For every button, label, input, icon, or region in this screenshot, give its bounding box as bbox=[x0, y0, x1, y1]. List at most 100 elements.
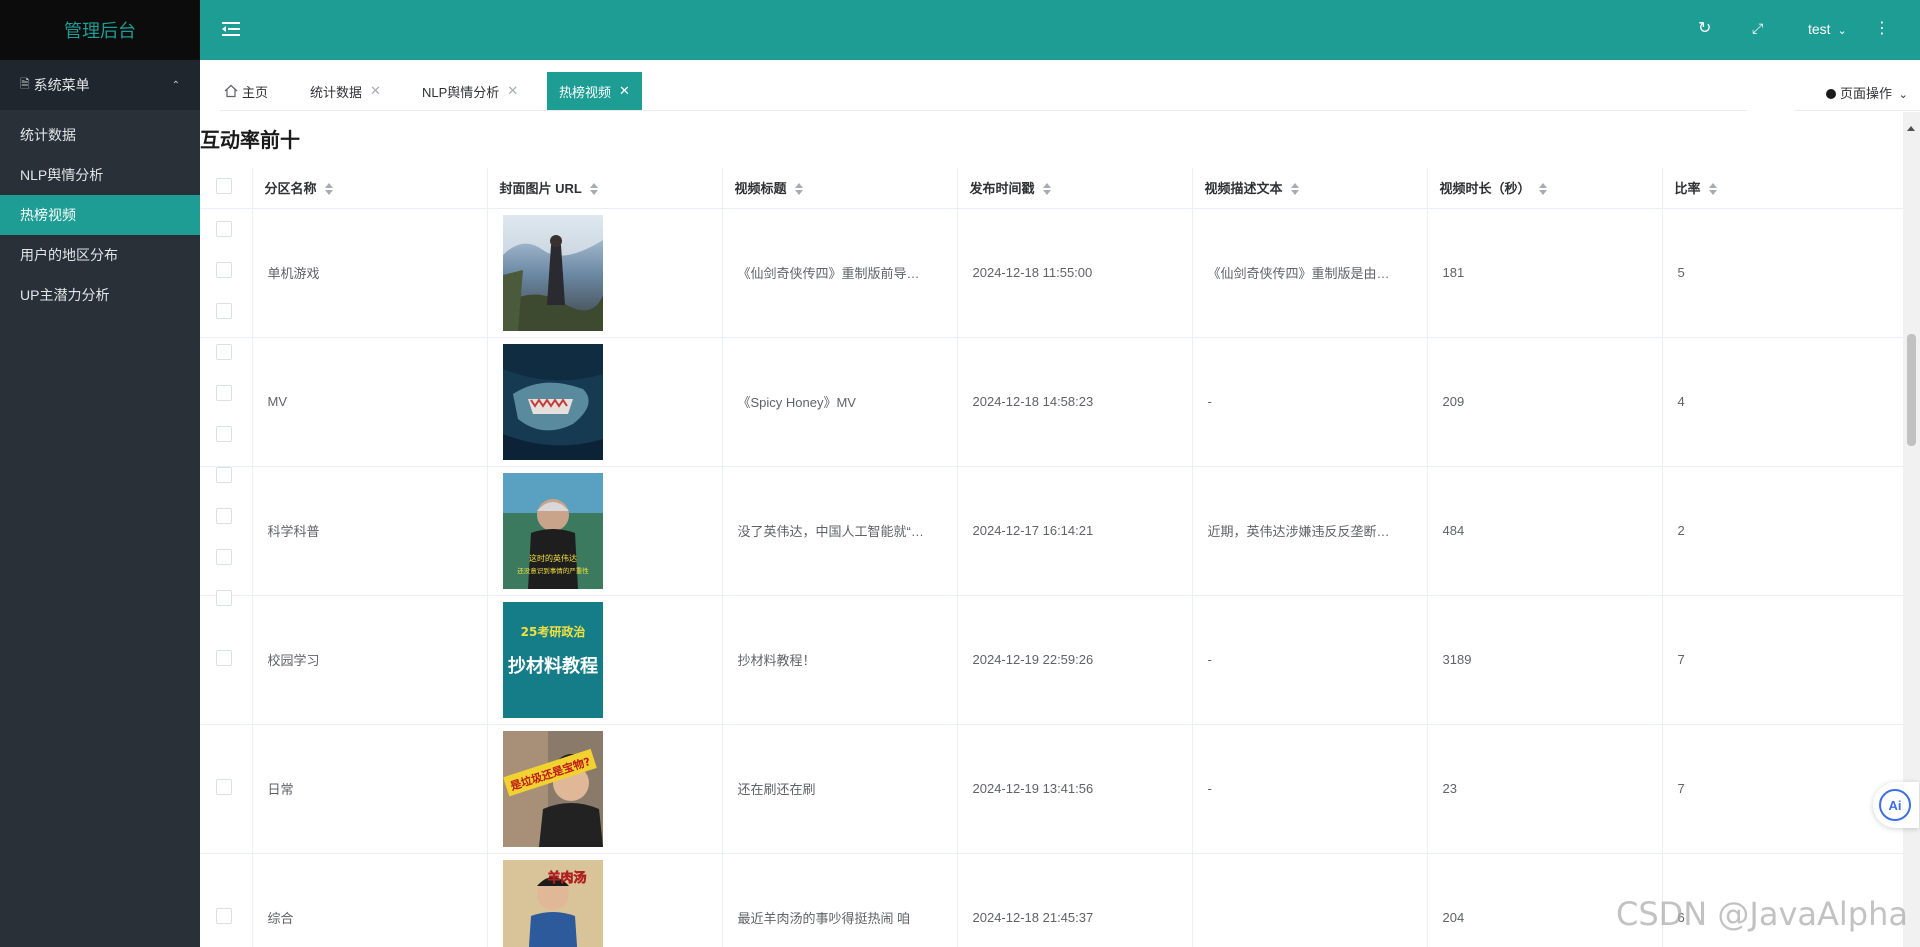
cell-description: 《仙剑奇侠传四》重制版是由… bbox=[1192, 208, 1428, 338]
cell-description: 近期，英伟达涉嫌违反反垄断… bbox=[1192, 466, 1428, 596]
cell-title: 还在刷还在刷 bbox=[722, 724, 958, 854]
cell-title: 没了英伟达，中国人工智能就“… bbox=[722, 466, 958, 596]
row-checkbox[interactable] bbox=[216, 779, 232, 795]
tab-home[interactable]: 主页 bbox=[212, 72, 280, 110]
cell-title: 《仙剑奇侠传四》重制版前导… bbox=[722, 208, 958, 338]
page-operations-dropdown[interactable]: 页面操作 ⌄ bbox=[1826, 83, 1908, 102]
column-header-ratio[interactable]: 比率 bbox=[1662, 168, 1903, 209]
cell-ratio: 2 bbox=[1662, 466, 1903, 596]
sidebar-item-up-potential[interactable]: UP主潜力分析 bbox=[0, 275, 200, 315]
column-label: 视频标题 bbox=[734, 181, 787, 197]
ai-assistant-button[interactable]: Ai bbox=[1873, 782, 1919, 828]
table-row: 校园学习 25考研政治 抄材料教程 抄材料教程！ 2024-12-19 22:5… bbox=[200, 595, 1903, 725]
chevron-down-icon: ⌄ bbox=[1837, 25, 1847, 37]
column-label: 封面图片 URL bbox=[499, 181, 582, 197]
data-table: 分区名称 封面图片 URL 视频标题 发布时间戳 视频描述文本 视频时长（秒） … bbox=[200, 168, 1903, 947]
row-checkbox[interactable] bbox=[216, 262, 232, 278]
divider bbox=[220, 110, 1747, 111]
scroll-up-arrow-icon[interactable] bbox=[1907, 126, 1915, 131]
cover-image[interactable] bbox=[502, 214, 603, 331]
sidebar-item-nlp[interactable]: NLP舆情分析 bbox=[0, 155, 200, 195]
row-checkbox[interactable] bbox=[216, 467, 232, 483]
cell-cover bbox=[487, 337, 723, 467]
row-checkbox[interactable] bbox=[216, 590, 232, 606]
cover-image[interactable]: 羊肉汤 bbox=[502, 859, 603, 947]
tab-nlp[interactable]: NLP舆情分析 ✕ bbox=[410, 72, 530, 110]
sort-icon[interactable] bbox=[794, 183, 803, 196]
select-all-checkbox[interactable] bbox=[216, 178, 232, 195]
circle-icon bbox=[1826, 89, 1836, 99]
cover-text: 这时的英伟达 bbox=[529, 553, 577, 563]
cell-category: 综合 bbox=[252, 853, 488, 947]
table-container: 分区名称 封面图片 URL 视频标题 发布时间戳 视频描述文本 视频时长（秒） … bbox=[200, 168, 1903, 947]
cell-description: - bbox=[1192, 337, 1428, 467]
row-checkbox[interactable] bbox=[216, 385, 232, 401]
column-header-description[interactable]: 视频描述文本 bbox=[1192, 168, 1428, 209]
cell-ratio: 5 bbox=[1662, 208, 1903, 338]
menu-fold-icon[interactable] bbox=[222, 20, 240, 38]
fullscreen-icon[interactable]: ⤢ bbox=[1752, 20, 1763, 37]
row-checkbox[interactable] bbox=[216, 650, 232, 666]
close-icon[interactable]: ✕ bbox=[507, 83, 518, 99]
watermark: CSDN @JavaAlpha bbox=[1616, 895, 1908, 933]
sidebar-item-label: 统计数据 bbox=[20, 127, 76, 143]
cell-description: - bbox=[1192, 595, 1428, 725]
user-menu[interactable]: test ⌄ bbox=[1808, 21, 1847, 37]
cover-image[interactable] bbox=[502, 343, 603, 460]
cell-category: 日常 bbox=[252, 724, 488, 854]
row-select-cell bbox=[200, 853, 253, 947]
tab-label: 热榜视频 bbox=[559, 84, 612, 100]
close-icon[interactable]: ✕ bbox=[619, 83, 630, 99]
sidebar-item-user-region[interactable]: 用户的地区分布 bbox=[0, 235, 200, 275]
cell-category: 科学科普 bbox=[252, 466, 488, 596]
cell-duration: 23 bbox=[1427, 724, 1663, 854]
cell-time: 2024-12-18 21:45:37 bbox=[957, 853, 1193, 947]
column-header-duration[interactable]: 视频时长（秒） bbox=[1427, 168, 1663, 209]
table-header-row: 分区名称 封面图片 URL 视频标题 发布时间戳 视频描述文本 视频时长（秒） … bbox=[200, 168, 1903, 209]
sort-icon[interactable] bbox=[1042, 183, 1051, 196]
cell-cover: 是垃圾还是宝物? bbox=[487, 724, 723, 854]
cell-time: 2024-12-17 16:14:21 bbox=[957, 466, 1193, 596]
table-row: MV 《Spicy Honey》MV 2024-12-18 14:58:23 -… bbox=[200, 337, 1903, 467]
sort-icon[interactable] bbox=[1538, 183, 1547, 196]
cell-time: 2024-12-18 11:55:00 bbox=[957, 208, 1193, 338]
sort-icon[interactable] bbox=[589, 183, 598, 196]
scrollbar-thumb[interactable] bbox=[1907, 334, 1916, 446]
close-icon[interactable]: ✕ bbox=[370, 83, 381, 99]
sort-icon[interactable] bbox=[1708, 183, 1717, 196]
cover-image[interactable]: 25考研政治 抄材料教程 bbox=[502, 601, 603, 718]
sidebar-item-label: 用户的地区分布 bbox=[20, 247, 118, 263]
row-checkbox[interactable] bbox=[216, 221, 232, 237]
cover-image[interactable]: 是垃圾还是宝物? bbox=[502, 730, 603, 847]
sidebar-item-statistics[interactable]: 统计数据 bbox=[0, 115, 200, 155]
sidebar-item-hot-videos[interactable]: 热榜视频 bbox=[0, 195, 200, 235]
row-checkbox[interactable] bbox=[216, 908, 232, 924]
row-checkbox[interactable] bbox=[216, 508, 232, 524]
sidebar-item-label: UP主潜力分析 bbox=[20, 287, 110, 303]
column-header-publish-time[interactable]: 发布时间戳 bbox=[957, 168, 1193, 209]
row-select-cell bbox=[200, 595, 253, 725]
more-vertical-icon[interactable]: ⋮ bbox=[1874, 18, 1890, 38]
sort-icon[interactable] bbox=[324, 183, 333, 196]
tab-statistics[interactable]: 统计数据 ✕ bbox=[298, 72, 393, 110]
refresh-icon[interactable]: ↻ bbox=[1698, 18, 1711, 38]
tab-label: NLP舆情分析 bbox=[422, 84, 500, 100]
column-header-cover-url[interactable]: 封面图片 URL bbox=[487, 168, 723, 209]
column-label: 比率 bbox=[1674, 181, 1701, 197]
section-title: 互动率前十 bbox=[200, 130, 300, 152]
cell-time: 2024-12-18 14:58:23 bbox=[957, 337, 1193, 467]
table-row: 单机游戏 《仙剑奇侠传四》重制版前导… 2024-12-18 11:55:00 … bbox=[200, 208, 1903, 338]
row-checkbox[interactable] bbox=[216, 426, 232, 442]
row-checkbox[interactable] bbox=[216, 303, 232, 319]
column-header-category[interactable]: 分区名称 bbox=[252, 168, 488, 209]
menu-group-system[interactable]: 🗎 系统菜单 ⌃ bbox=[0, 60, 200, 110]
row-checkbox[interactable] bbox=[216, 344, 232, 360]
tab-hot-videos[interactable]: 热榜视频 ✕ bbox=[547, 72, 642, 110]
cell-title: 《Spicy Honey》MV bbox=[722, 337, 958, 467]
sort-icon[interactable] bbox=[1290, 183, 1299, 196]
column-header-video-title[interactable]: 视频标题 bbox=[722, 168, 958, 209]
cover-text: 还没意识到事情的严重性 bbox=[517, 566, 589, 575]
sidebar-item-label: NLP舆情分析 bbox=[20, 167, 104, 183]
cover-image[interactable]: 这时的英伟达 还没意识到事情的严重性 bbox=[502, 472, 603, 589]
row-checkbox[interactable] bbox=[216, 549, 232, 565]
